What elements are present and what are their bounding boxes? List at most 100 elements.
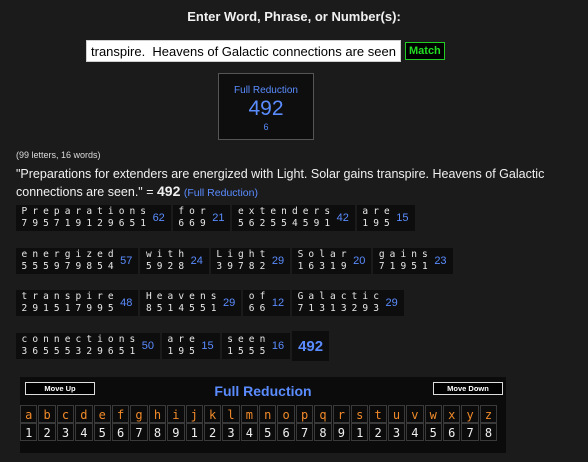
letter-char: n [129,206,136,217]
word-block: e 5 x 6 t 2 e 5 n 5 d 4 e 5 r 9 s 1 42 [232,205,355,231]
letter-cell: t2 [349,291,360,315]
letter-char: r [32,206,39,217]
letter-number: 5 [302,218,309,229]
alphabet-letter: y [461,405,479,423]
letter-char: e [107,291,114,302]
letter-cell: i9 [95,334,106,358]
letter-cell: r9 [197,206,208,230]
word-value: 15 [201,340,214,352]
summary-value: 492 [248,97,284,120]
letter-number: 3 [21,346,28,357]
alphabet-grid: abcdefghijklmnopqrstuvwxyz 1234567891234… [20,405,498,441]
word-letters: g7a1i9n5s1 [376,249,430,273]
letter-number: 4 [107,261,114,272]
letter-char: H [145,291,152,302]
letter-cell: p7 [51,206,62,230]
letter-number: 5 [53,303,60,314]
letter-number: 1 [140,218,147,229]
letter-char: a [167,291,174,302]
letter-number: 5 [259,346,266,357]
move-down-button[interactable]: Move Down [433,382,503,395]
letter-char: o [118,206,125,217]
letter-number: 5 [97,261,103,272]
letter-number: 9 [53,261,60,272]
letter-cell: r9 [95,291,106,315]
letter-char: a [330,291,336,302]
letter-word-count: (99 letters, 16 words) [16,150,101,160]
letter-number: 9 [373,218,379,229]
letter-char: P [21,206,28,217]
letter-cell: L3 [214,249,225,273]
letter-cell: t2 [84,334,95,358]
letter-number: 7 [21,218,28,229]
alphabet-value: 8 [314,423,332,441]
phrase-input[interactable] [86,40,401,62]
letter-char: s [64,291,71,302]
letter-cell: e5 [19,249,30,273]
letter-cell: o6 [116,206,127,230]
letter-cell: r9 [371,206,382,230]
letter-cell: e5 [187,334,198,358]
word-block: L 3 i 9 g 7 h 8 t 2 29 [210,248,291,274]
letter-cell: i9 [398,249,409,273]
letter-char: i [86,291,93,302]
word-value: 48 [120,297,133,309]
letter-cell: g7 [376,249,387,273]
word-letters: a1r9e5 [360,206,392,230]
letter-number: 2 [259,261,266,272]
letter-cell: e5 [268,206,279,230]
letter-number: 9 [340,261,347,272]
letter-number: 8 [86,261,93,272]
letter-cell: P7 [19,206,30,230]
letter-number: 5 [53,346,60,357]
alphabet-letter: x [442,405,461,423]
word-block: g 7 a 1 i 9 n 5 s 1 23 [373,248,453,274]
alphabet-value: 9 [332,423,351,441]
letter-char: g [378,249,385,260]
letter-cell: c3 [338,291,349,315]
letter-cell: s1 [420,249,431,273]
letter-number: 5 [43,346,49,357]
letter-number: 1 [308,303,315,314]
letter-char: i [400,249,407,260]
alphabet-letter: e [93,405,111,423]
letter-cell: a1 [165,334,176,358]
word-letters: e5n5e5r9g7i9z8e5d4 [19,249,116,273]
letter-char: e [384,206,390,217]
alphabet-numbers-row: 12345678912345678912345678 [20,423,498,441]
letter-cell: n5 [116,334,127,358]
alphabet-letter: i [167,405,185,423]
letter-number: 7 [64,261,71,272]
letter-char: r [32,291,39,302]
letter-number: 9 [400,261,407,272]
letter-number: 1 [330,303,336,314]
letter-char: g [237,249,244,260]
letter-char: r [199,206,206,217]
alphabet-letter: c [56,405,75,423]
letter-number: 5 [384,218,390,229]
letter-char: a [330,249,336,260]
letter-number: 8 [145,303,152,314]
letter-cell: d4 [105,249,116,273]
phrase-text: "Preparations for extenders are energize… [16,167,545,199]
letter-char: t [97,206,103,217]
letter-cell: n5 [41,334,52,358]
match-button[interactable]: Match [405,42,445,60]
word-letters: s1e5e5n5 [225,334,268,358]
word-letters: t2r9a1n5s1p7i9r9e5 [19,291,116,315]
letter-number: 9 [32,303,39,314]
phrase-cipher-name[interactable]: (Full Reduction) [184,187,258,199]
letter-number: 9 [107,218,114,229]
phrase-result: "Preparations for extenders are energize… [16,166,576,202]
letter-char: s [129,334,136,345]
letter-cell: s1 [138,206,149,230]
letter-cell: p7 [73,291,84,315]
letter-char: l [319,291,325,302]
letter-cell: e5 [187,291,198,315]
letter-char: c [340,291,347,302]
letter-number: 2 [259,218,266,229]
letter-char: t [167,249,174,260]
letter-char: r [53,249,60,260]
letter-number: 5 [21,261,28,272]
letter-cell: c3 [19,334,30,358]
